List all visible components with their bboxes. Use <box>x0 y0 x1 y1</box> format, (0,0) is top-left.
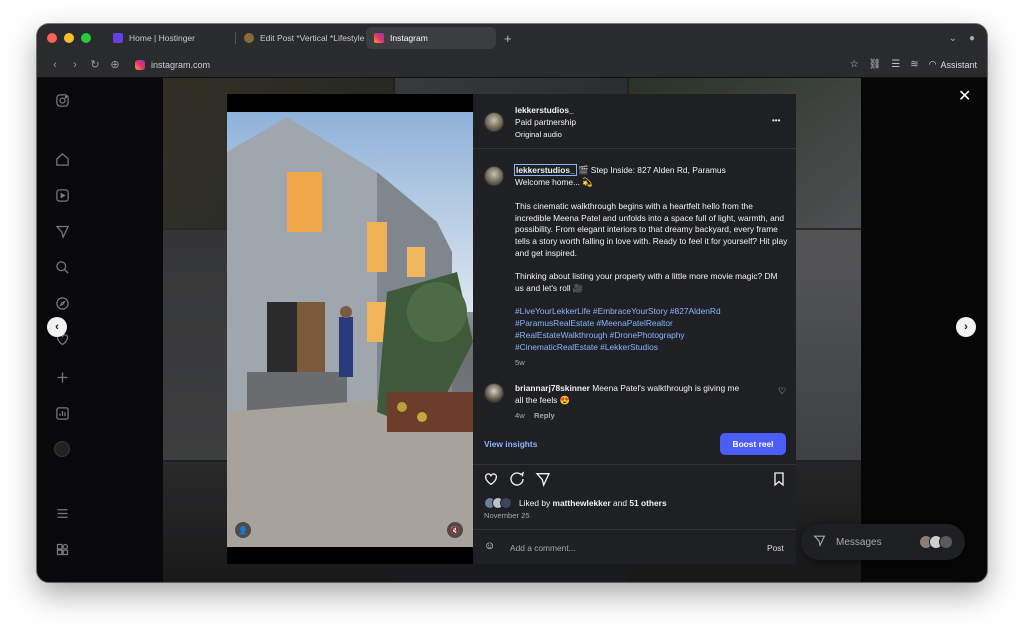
tab-hostinger[interactable]: Home | Hostinger <box>105 27 235 49</box>
tab-bar: Home | Hostinger Edit Post *Vertical *Li… <box>37 24 987 52</box>
tab-label: Edit Post *Vertical *Lifestyle <box>260 33 365 43</box>
comment-age: 4w <box>515 411 525 420</box>
hashtags-line[interactable]: #RealEstateWalkthrough #DronePhotography <box>515 330 685 342</box>
author-avatar[interactable] <box>484 166 504 186</box>
tab-instagram[interactable]: Instagram <box>366 27 496 49</box>
audio-label[interactable]: Original audio <box>515 129 562 141</box>
previous-post-button[interactable]: ‹ <box>47 317 67 337</box>
url-text: instagram.com <box>151 59 211 70</box>
caption-age: 5w <box>515 358 525 367</box>
tab-edit-post[interactable]: Edit Post *Vertical *Lifestyle <box>236 27 366 49</box>
minimize-window-button[interactable] <box>64 33 74 43</box>
tab-label: Home | Hostinger <box>129 33 195 43</box>
microphone-icon[interactable]: ⊕ <box>105 58 125 71</box>
instagram-page: ✕ ‹ › 👤 🔇 lekkerstudios_ Paid partnershi… <box>37 78 987 582</box>
address-bar-actions: ☆ ⛓ ☰ ≋ ◠ Assistant <box>850 59 977 70</box>
liked-by-text: Liked by matthewlekker and 51 others <box>519 498 667 510</box>
next-post-button[interactable]: › <box>956 317 976 337</box>
emoji-icon[interactable]: ☺ <box>484 540 495 553</box>
hashtags-line[interactable]: #ParamusRealEstate #MeenaPatelRealtor <box>515 318 673 330</box>
caption-welcome: Welcome home... 💫 <box>515 177 593 187</box>
author-username[interactable]: lekkerstudios_ <box>515 105 574 117</box>
caption-title: 🎬 Step Inside: 827 Alden Rd, Paramus <box>577 165 726 175</box>
maximize-window-button[interactable] <box>81 33 91 43</box>
url-field[interactable]: instagram.com <box>135 59 211 70</box>
chevron-down-icon[interactable]: ⌄ <box>949 33 957 44</box>
caption-author-link[interactable]: lekkerstudios_ <box>514 164 577 176</box>
message-avatars <box>919 535 953 549</box>
instagram-favicon-icon <box>374 33 384 43</box>
new-tab-button[interactable]: + <box>504 31 512 46</box>
comment-line-1: briannarj78skinner Meena Patel's walkthr… <box>515 383 775 395</box>
waveform-icon[interactable]: ≋ <box>910 59 918 70</box>
mute-icon[interactable]: 🔇 <box>447 522 463 538</box>
close-window-button[interactable] <box>47 33 57 43</box>
comment-text: Meena Patel's walkthrough is giving me <box>592 383 740 393</box>
post-comment-button[interactable]: Post <box>767 543 784 555</box>
paid-partnership-label[interactable]: Paid partnership <box>515 117 576 129</box>
wordpress-favicon-icon <box>244 33 254 43</box>
assistant-label: Assistant <box>940 59 977 70</box>
window-controls <box>47 33 91 43</box>
tab-label: Instagram <box>390 33 428 43</box>
caption-paragraph-1: This cinematic walkthrough begins with a… <box>515 201 788 258</box>
reel-media[interactable]: 👤 🔇 <box>227 94 473 564</box>
divider <box>473 464 796 465</box>
liked-by-prefix: Liked by <box>519 498 551 508</box>
liked-by-others-link[interactable]: 51 others <box>629 498 666 508</box>
share-icon[interactable] <box>535 471 551 487</box>
author-avatar[interactable] <box>484 112 504 132</box>
tabbar-right: ⌄ ● <box>949 33 975 44</box>
send-icon <box>813 534 826 550</box>
divider <box>473 529 796 530</box>
divider <box>473 148 796 149</box>
liked-by-and: and <box>613 498 628 508</box>
reply-button[interactable]: Reply <box>534 410 555 422</box>
messages-pill[interactable]: Messages <box>801 524 965 560</box>
comment-text: all the feels 😍 <box>515 395 571 405</box>
more-options-icon[interactable]: ••• <box>772 115 780 127</box>
instagram-favicon-icon <box>135 59 145 70</box>
post-details-panel: lekkerstudios_ Paid partnership Original… <box>473 94 796 564</box>
bookmark-icon[interactable] <box>771 471 787 487</box>
reload-icon[interactable]: ↻ <box>85 58 105 71</box>
caption-header: lekkerstudios_ 🎬 Step Inside: 827 Alden … <box>514 164 787 177</box>
browser-window: Home | Hostinger Edit Post *Vertical *Li… <box>37 24 987 582</box>
like-heart-icon[interactable] <box>483 471 499 487</box>
boost-reel-button[interactable]: Boost reel <box>720 433 786 455</box>
comment-like-heart-icon[interactable]: ♡ <box>778 386 786 398</box>
liked-by-avatars[interactable] <box>484 497 512 509</box>
view-insights-link[interactable]: View insights <box>484 439 537 451</box>
hashtags-line[interactable]: #LiveYourLekkerLife #EmbraceYourStory #8… <box>515 306 721 318</box>
post-date: November 25 <box>484 511 530 520</box>
liker-avatar <box>500 497 512 509</box>
commenter-avatar[interactable] <box>484 383 504 403</box>
hashtags-line[interactable]: #CinematicRealEstate #LekkerStudios <box>515 342 658 354</box>
commenter-username[interactable]: briannarj78skinner <box>515 383 590 393</box>
hostinger-favicon-icon <box>113 33 123 43</box>
profile-icon[interactable]: ● <box>969 33 975 44</box>
comment-icon[interactable] <box>509 471 525 487</box>
tagged-people-icon[interactable]: 👤 <box>235 522 251 538</box>
address-bar: ‹ › ↻ ⊕ instagram.com ☆ ⛓ ☰ ≋ ◠ Assistan… <box>37 52 987 78</box>
messages-label: Messages <box>836 536 882 548</box>
reel-video[interactable] <box>227 112 473 547</box>
add-comment-input[interactable]: Add a comment... <box>510 543 576 555</box>
assistant-button[interactable]: ◠ Assistant <box>929 59 977 70</box>
close-icon[interactable]: ✕ <box>958 86 971 106</box>
message-avatar <box>939 535 953 549</box>
star-icon[interactable]: ☆ <box>850 59 859 70</box>
caption-paragraph-2: Thinking about listing your property wit… <box>515 271 778 293</box>
liked-by-user-link[interactable]: matthewlekker <box>553 498 611 508</box>
back-icon[interactable]: ‹ <box>45 59 65 71</box>
menu-lines-icon[interactable]: ☰ <box>891 59 900 70</box>
link-icon[interactable]: ⛓ <box>869 59 882 70</box>
forward-icon[interactable]: › <box>65 59 85 71</box>
assistant-icon: ◠ <box>928 59 937 69</box>
